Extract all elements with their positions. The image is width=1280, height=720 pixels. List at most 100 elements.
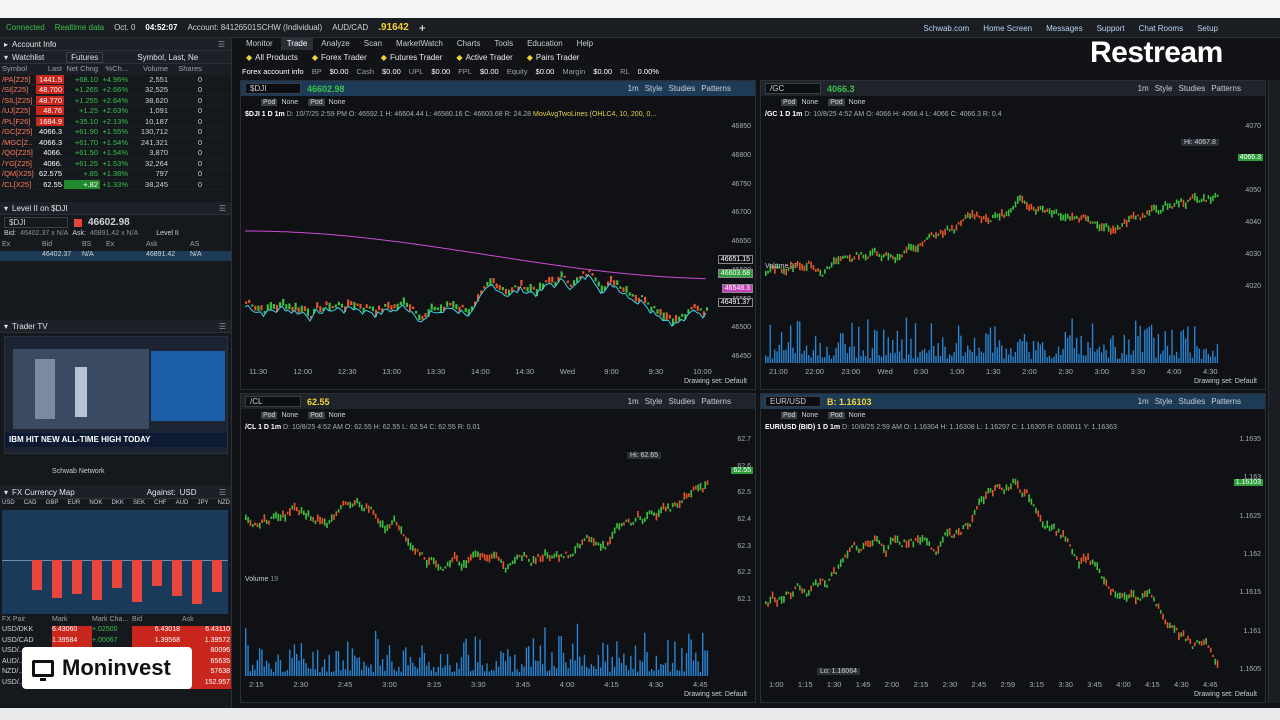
tab-charts[interactable]: Charts	[451, 38, 487, 50]
level2-header[interactable]: ▾ Level II on $DJI ☰	[0, 202, 231, 215]
symbol-box[interactable]: EUR/USD	[765, 396, 821, 407]
watchlist-row[interactable]: /PA[Z25] 1441.5 +68.10 +4.96% 2,551 0	[0, 74, 231, 85]
timeframe-button[interactable]: 1m	[628, 397, 639, 406]
account-selector[interactable]: Account: 84126501SCHW (Individual)	[187, 23, 322, 32]
fx-row[interactable]: USD/CAD 1.39584 +.00067 1.39568 1.39572	[0, 636, 231, 647]
currency-label[interactable]: NOK	[89, 500, 102, 509]
watchlist-row[interactable]: /QM[X25] 62.575 +.85 +1.38% 797 0	[0, 169, 231, 180]
account-info-header[interactable]: ▸ Account Info ☰	[0, 38, 231, 51]
add-icon[interactable]: +	[419, 21, 426, 35]
price-chart[interactable]	[761, 123, 1223, 389]
menu-chat-rooms[interactable]: Chat Rooms	[1139, 24, 1183, 33]
watchlist-row[interactable]: /YG[Z25] 4066. +61.25 +1.53% 32,264 0	[0, 159, 231, 169]
quick-pair[interactable]: AUD/CAD	[332, 23, 368, 32]
currency-label[interactable]: GBP	[46, 500, 59, 509]
chart-panel-cl[interactable]: /CL 62.55 1m Style Studies Patterns Pod None Pod…	[240, 393, 756, 703]
symbol-box[interactable]: $DJI	[245, 83, 301, 94]
pod-selector[interactable]: Pod None Pod None	[241, 96, 755, 108]
fx-bar	[152, 560, 162, 586]
candle	[799, 585, 801, 591]
currency-label[interactable]: SEK	[133, 500, 145, 509]
menu-setup[interactable]: Setup	[1197, 24, 1218, 33]
currency-label[interactable]: USD	[2, 500, 15, 509]
watchlist-row[interactable]: /SI[Z25] 48.700 +1.265 +2.66% 32,525 0	[0, 85, 231, 96]
pod-selector[interactable]: Pod None Pod None	[761, 409, 1265, 421]
style-button[interactable]: Style	[645, 84, 663, 93]
currency-label[interactable]: NZD	[218, 500, 230, 509]
chart-panel-eurusd[interactable]: EUR/USD B: 1.16103 1m Style Studies Patterns P…	[760, 393, 1266, 703]
price-chart[interactable]	[241, 123, 713, 389]
fx-map-header[interactable]: ▾ FX Currency Map Against: USD ☰	[0, 486, 231, 499]
patterns-button[interactable]: Patterns	[701, 397, 731, 406]
tab-trade[interactable]: Trade	[280, 38, 314, 50]
watchlist-row[interactable]: /PL[F26] 1684.9 +35.10 +2.13% 10,187 0	[0, 116, 231, 127]
subtab-0[interactable]: ◆ All Products	[246, 53, 298, 62]
right-toolstrip[interactable]	[1268, 80, 1280, 703]
tab-education[interactable]: Education	[521, 38, 569, 50]
candle	[1026, 202, 1028, 210]
candle	[953, 533, 955, 538]
candle	[377, 518, 379, 524]
watchlist-header[interactable]: ▾ Watchlist Futures Symbol, Last, Ne	[0, 51, 231, 64]
currency-label[interactable]: CHF	[154, 500, 166, 509]
trader-tv-header[interactable]: ▾ Trader TV ☰	[0, 320, 231, 333]
watchlist-row[interactable]: /CL[X25] 62.55 +.82 +1.33% 38,245 0	[0, 179, 231, 190]
menu-messages[interactable]: Messages	[1046, 24, 1082, 33]
tab-tools[interactable]: Tools	[488, 38, 519, 50]
fx-row[interactable]: USD/DKK 6.43060 +.02500 6.43018 6.43110	[0, 626, 231, 637]
currency-label[interactable]: DKK	[111, 500, 123, 509]
pod-selector[interactable]: Pod None Pod None	[761, 96, 1265, 108]
timeframe-button[interactable]: 1m	[1138, 84, 1149, 93]
studies-button[interactable]: Studies	[1179, 397, 1206, 406]
watchlist-row[interactable]: /UJ[Z25] 48.76 +1.25 +2.63% 1,091 0	[0, 106, 231, 117]
currency-label[interactable]: AUD	[176, 500, 189, 509]
watchlist-name[interactable]: Futures	[66, 51, 104, 63]
pod-selector[interactable]: Pod None Pod None	[241, 409, 755, 421]
tab-scan[interactable]: Scan	[358, 38, 388, 50]
timeframe-button[interactable]: 1m	[628, 84, 639, 93]
symbol-box[interactable]: /GC	[765, 83, 821, 94]
patterns-button[interactable]: Patterns	[1211, 84, 1241, 93]
currency-label[interactable]: CAD	[24, 500, 37, 509]
currency-label[interactable]: EUR	[67, 500, 80, 509]
price-chart[interactable]	[241, 436, 713, 702]
studies-button[interactable]: Studies	[669, 84, 696, 93]
studies-button[interactable]: Studies	[1179, 84, 1206, 93]
level2-symbol[interactable]: $DJI	[4, 217, 68, 228]
chart-panel-dji[interactable]: $DJI 46602.98 1m Style Studies Patterns Pod Non…	[240, 80, 756, 390]
watchlist-row[interactable]: /SIL[Z25] 48.770 +1.255 +2.64% 38,620 0	[0, 95, 231, 106]
subtab-4[interactable]: ◆ Pairs Trader	[527, 53, 580, 62]
volume-bar	[451, 671, 453, 676]
menu-home-screen[interactable]: Home Screen	[983, 24, 1032, 33]
drawing-set-selector[interactable]: Drawing set: Default	[1194, 691, 1257, 698]
drawing-set-selector[interactable]: Drawing set: Default	[684, 378, 747, 385]
trader-tv-video[interactable]: IBM HIT NEW ALL-TIME HIGH TODAY	[4, 336, 228, 454]
style-button[interactable]: Style	[645, 397, 663, 406]
patterns-button[interactable]: Patterns	[701, 84, 731, 93]
currency-label[interactable]: JPY	[197, 500, 208, 509]
tab-marketwatch[interactable]: MarketWatch	[390, 38, 449, 50]
style-button[interactable]: Style	[1155, 397, 1173, 406]
subtab-3[interactable]: ◆ Active Trader	[456, 53, 512, 62]
studies-button[interactable]: Studies	[669, 397, 696, 406]
tab-help[interactable]: Help	[571, 38, 599, 50]
tab-analyze[interactable]: Analyze	[315, 38, 355, 50]
symbol-box[interactable]: /CL	[245, 396, 301, 407]
tab-monitor[interactable]: Monitor	[240, 38, 279, 50]
patterns-button[interactable]: Patterns	[1211, 397, 1241, 406]
chart-panel-gc[interactable]: /GC 4066.3 1m Style Studies Patterns Pod None Po…	[760, 80, 1266, 390]
drawing-set-selector[interactable]: Drawing set: Default	[1194, 378, 1257, 385]
watchlist-row[interactable]: /MGC[Z.. 4066.3 +61.70 +1.54% 241,321 0	[0, 138, 231, 148]
price-chart[interactable]	[761, 436, 1223, 702]
watchlist-row[interactable]: /QO[Z25] 4066. +61.50 +1.54% 3,870 0	[0, 148, 231, 159]
candle	[848, 254, 851, 262]
menu-support[interactable]: Support	[1097, 24, 1125, 33]
subtab-2[interactable]: ◆ Futures Trader	[381, 53, 443, 62]
style-button[interactable]: Style	[1155, 84, 1173, 93]
candle	[305, 513, 307, 520]
timeframe-button[interactable]: 1m	[1138, 397, 1149, 406]
drawing-set-selector[interactable]: Drawing set: Default	[684, 691, 747, 698]
subtab-1[interactable]: ◆ Forex Trader	[312, 53, 367, 62]
watchlist-row[interactable]: /GC[Z25] 4066.3 +61.90 +1.55% 130,712 0	[0, 127, 231, 138]
menu-schwab[interactable]: Schwab.com	[923, 24, 969, 33]
